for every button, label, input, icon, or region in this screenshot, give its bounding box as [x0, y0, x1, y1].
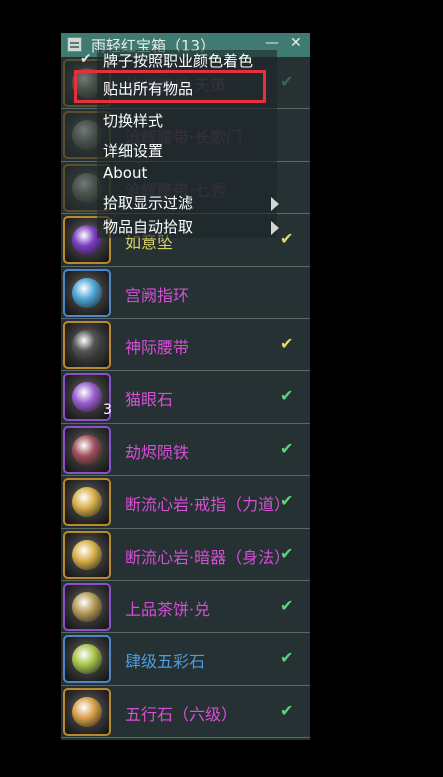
item-name[interactable]: 肆级五彩石	[125, 648, 205, 672]
menu-item-label: 拾取显示过滤	[103, 194, 194, 212]
window-menu-icon[interactable]	[67, 37, 82, 52]
item-icon[interactable]	[63, 530, 111, 579]
checkmark-icon: ✔	[280, 595, 294, 615]
close-button[interactable]: ✕	[290, 35, 302, 51]
minimize-button[interactable]: —	[265, 35, 279, 51]
loot-item-row[interactable]: 宫阙指环	[61, 267, 310, 319]
checkmark-icon: ✔	[280, 72, 294, 91]
submenu-arrow-icon	[271, 197, 279, 211]
item-name[interactable]: 神际腰带	[125, 334, 189, 358]
checkmark-icon: ✔	[280, 333, 294, 353]
item-icon[interactable]	[63, 635, 111, 684]
checkmark-icon: ✔	[280, 438, 294, 458]
item-icon[interactable]	[63, 425, 111, 474]
menu-item[interactable]: 切换样式	[103, 110, 163, 131]
item-name[interactable]: 五行石（六级）	[125, 701, 237, 725]
loot-item-row[interactable]: 断流心岩·戒指（力道） ✔	[61, 476, 310, 529]
item-name[interactable]: 劫烬陨铁	[125, 439, 189, 463]
menu-item[interactable]: 拾取显示过滤	[103, 192, 193, 213]
item-name[interactable]: 猫眼石	[125, 386, 173, 410]
menu-item-label: 牌子按照职业颜色着色	[103, 52, 254, 70]
menu-item-label: 详细设置	[103, 142, 164, 160]
checkmark-icon: ✔	[280, 648, 294, 668]
item-name[interactable]: 断流心岩·戒指（力道）	[125, 491, 290, 515]
checkmark-icon: ✔	[280, 700, 294, 720]
loot-item-row[interactable]: 3 猫眼石 ✔	[61, 371, 310, 424]
menu-item-label: 切换样式	[103, 112, 164, 130]
highlight-box	[74, 70, 266, 103]
item-name[interactable]: 断流心岩·暗器（身法）	[125, 544, 290, 568]
menu-item[interactable]: 详细设置	[103, 140, 163, 161]
menu-item[interactable]: About	[103, 164, 147, 182]
menu-item-label: About	[103, 164, 148, 182]
submenu-arrow-icon	[271, 221, 279, 235]
item-stack-count: 3	[103, 402, 112, 419]
loot-item-row[interactable]: 神际腰带 ✔	[61, 319, 310, 372]
item-name[interactable]: 上品茶饼·兑	[125, 596, 210, 620]
menu-item-label: 物品自动拾取	[103, 218, 194, 236]
checkmark-icon: ✔	[280, 229, 294, 249]
checkmark-icon: ✔	[280, 386, 294, 406]
loot-item-row[interactable]: 上品茶饼·兑 ✔	[61, 581, 310, 634]
item-icon[interactable]	[63, 268, 111, 317]
check-icon: ✔	[80, 51, 92, 67]
loot-item-row[interactable]: 肆级五彩石 ✔	[61, 633, 310, 686]
item-name[interactable]: 宫阙指环	[125, 282, 189, 306]
loot-item-row[interactable]: 劫烬陨铁 ✔	[61, 424, 310, 477]
loot-item-row[interactable]: 五行石（六级） ✔	[61, 686, 310, 739]
menu-item[interactable]: ✔ 牌子按照职业颜色着色	[80, 50, 254, 71]
checkmark-icon: ✔	[280, 543, 294, 563]
menu-item[interactable]: 物品自动拾取	[103, 216, 193, 237]
item-icon[interactable]	[63, 582, 111, 631]
item-icon[interactable]	[63, 320, 111, 369]
item-icon[interactable]	[63, 478, 111, 527]
item-icon[interactable]	[63, 687, 111, 736]
loot-item-row[interactable]: 断流心岩·暗器（身法） ✔	[61, 529, 310, 581]
checkmark-icon: ✔	[280, 491, 294, 511]
